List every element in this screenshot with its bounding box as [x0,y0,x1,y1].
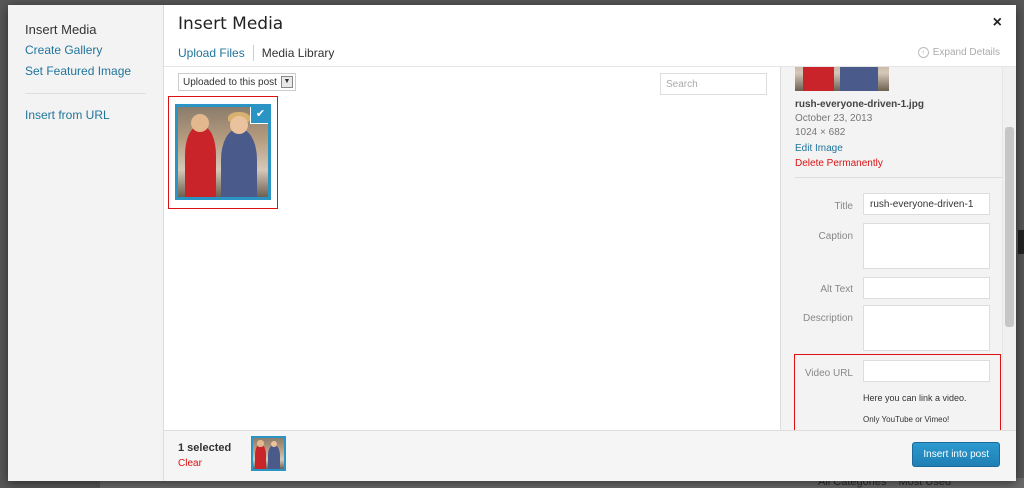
insert-into-post-button[interactable]: Insert into post [912,442,1000,467]
sidebar-scrollbar[interactable] [1002,67,1016,430]
alt-text-field[interactable] [863,277,990,299]
detail-photo-figure-right [840,67,878,91]
detail-photo-figure-left [802,67,835,91]
clear-selection-link[interactable]: Clear [178,458,202,469]
media-router: Upload Files Media Library ‹ Expand Deta… [164,39,1016,67]
photo-figure-left [185,126,216,197]
selected-photo-figure-right [267,445,281,469]
scrollbar-thumb[interactable] [1005,127,1014,327]
edit-image-link[interactable]: Edit Image [795,143,995,154]
attachment-thumbnail[interactable]: ✔ [175,104,271,200]
video-note-text: Only YouTube or Vimeo! [863,415,950,424]
details-divider [795,177,1002,178]
menu-item-set-featured-image[interactable]: Set Featured Image [8,61,163,82]
selected-photo-figure-left [255,444,266,469]
selected-photo-head-left [257,440,264,447]
menu-separator [25,93,146,94]
close-icon[interactable]: × [993,15,1002,31]
title-label: Title [834,201,853,212]
chevron-left-icon: ‹ [917,47,929,58]
selected-photo [253,438,284,469]
menu-item-insert-media[interactable]: Insert Media [8,19,163,40]
detail-filename: rush-everyone-driven-1.jpg [795,99,924,110]
caption-label: Caption [818,231,853,242]
detail-thumbnail [795,67,889,91]
highlight-box-attachment: ✔ [168,96,278,209]
caption-field[interactable] [863,223,990,269]
admin-edge-marker [1018,230,1024,254]
media-toolbar: Uploaded to this post ▼ [178,73,296,91]
description-label: Description [802,313,853,324]
description-field[interactable] [863,305,990,351]
tab-media-library[interactable]: Media Library [254,45,343,61]
detail-dimensions: 1024 × 682 [795,127,846,138]
menu-item-insert-from-url[interactable]: Insert from URL [8,105,163,126]
attachment-info: rush-everyone-driven-1.jpg October 23, 2… [795,67,995,169]
delete-permanently-link[interactable]: Delete Permanently [795,158,995,169]
checkmark-icon[interactable]: ✔ [250,107,268,124]
attachment-filter-select[interactable]: Uploaded to this post ▼ [178,73,296,91]
expand-details-button[interactable]: ‹ Expand Details [917,47,1000,58]
photo-head-left [190,114,209,133]
alt-text-label: Alt Text [820,284,853,295]
menu-item-create-gallery[interactable]: Create Gallery [8,40,163,61]
photo-figure-right [221,128,258,197]
selected-thumbnail[interactable] [251,436,286,471]
detail-photo [795,67,889,91]
attachment-filter-value: Uploaded to this post [183,76,277,88]
media-modal: Insert Media Create Gallery Set Featured… [8,5,1016,481]
title-field[interactable] [863,193,990,215]
media-menu: Insert Media Create Gallery Set Featured… [8,5,164,481]
attachments-browser: Uploaded to this post ▼ ✔ [164,66,780,430]
chevron-down-icon: ▼ [280,76,293,88]
tab-upload-files[interactable]: Upload Files [178,45,254,61]
detail-date: October 23, 2013 [795,113,873,124]
video-help-text: Here you can link a video. [863,393,967,403]
search-input[interactable] [660,73,767,95]
modal-title: Insert Media [178,14,284,34]
attachment-details-sidebar: rush-everyone-driven-1.jpg October 23, 2… [780,66,1016,431]
expand-details-label: Expand Details [932,47,1000,58]
media-toolbar-bottom: 1 selected Clear Insert into post [164,430,1016,481]
video-url-label: Video URL [804,368,853,379]
selection-count: 1 selected [178,442,232,454]
video-url-field[interactable] [863,360,990,382]
